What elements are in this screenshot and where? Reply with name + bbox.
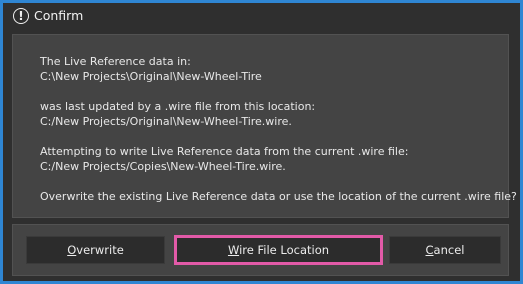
exclamation-circle-icon: ! bbox=[13, 8, 29, 24]
message-path: C:/New Projects/Original\New-Wheel-Tire.… bbox=[40, 115, 292, 128]
cancel-mnemonic: C bbox=[425, 243, 434, 257]
wire-file-location-label: ire File Location bbox=[239, 243, 330, 257]
overwrite-mnemonic: O bbox=[67, 243, 77, 257]
message-line: was last updated by a .wire file from th… bbox=[40, 100, 316, 113]
cancel-label: ancel bbox=[433, 243, 465, 257]
message-question: Overwrite the existing Live Reference da… bbox=[40, 190, 517, 203]
overwrite-button[interactable]: Overwrite bbox=[26, 236, 165, 264]
message-path: C:/New Projects/Copies\New-Wheel-Tire.wi… bbox=[40, 160, 286, 173]
cancel-button[interactable]: Cancel bbox=[389, 236, 501, 264]
dialog-title: Confirm bbox=[34, 8, 84, 23]
message-line: Attempting to write Live Reference data … bbox=[40, 145, 409, 158]
wire-file-location-mnemonic: W bbox=[227, 243, 240, 257]
message-line: The Live Reference data in: bbox=[40, 55, 191, 68]
message-path: C:\New Projects\Original\New-Wheel-Tire bbox=[40, 70, 262, 83]
confirm-dialog: ! Confirm The Live Reference data in: C:… bbox=[0, 0, 523, 284]
overwrite-label: verwrite bbox=[76, 243, 124, 257]
title-bar: ! Confirm bbox=[3, 3, 520, 30]
wire-file-location-button[interactable]: Wire File Location bbox=[174, 235, 383, 265]
